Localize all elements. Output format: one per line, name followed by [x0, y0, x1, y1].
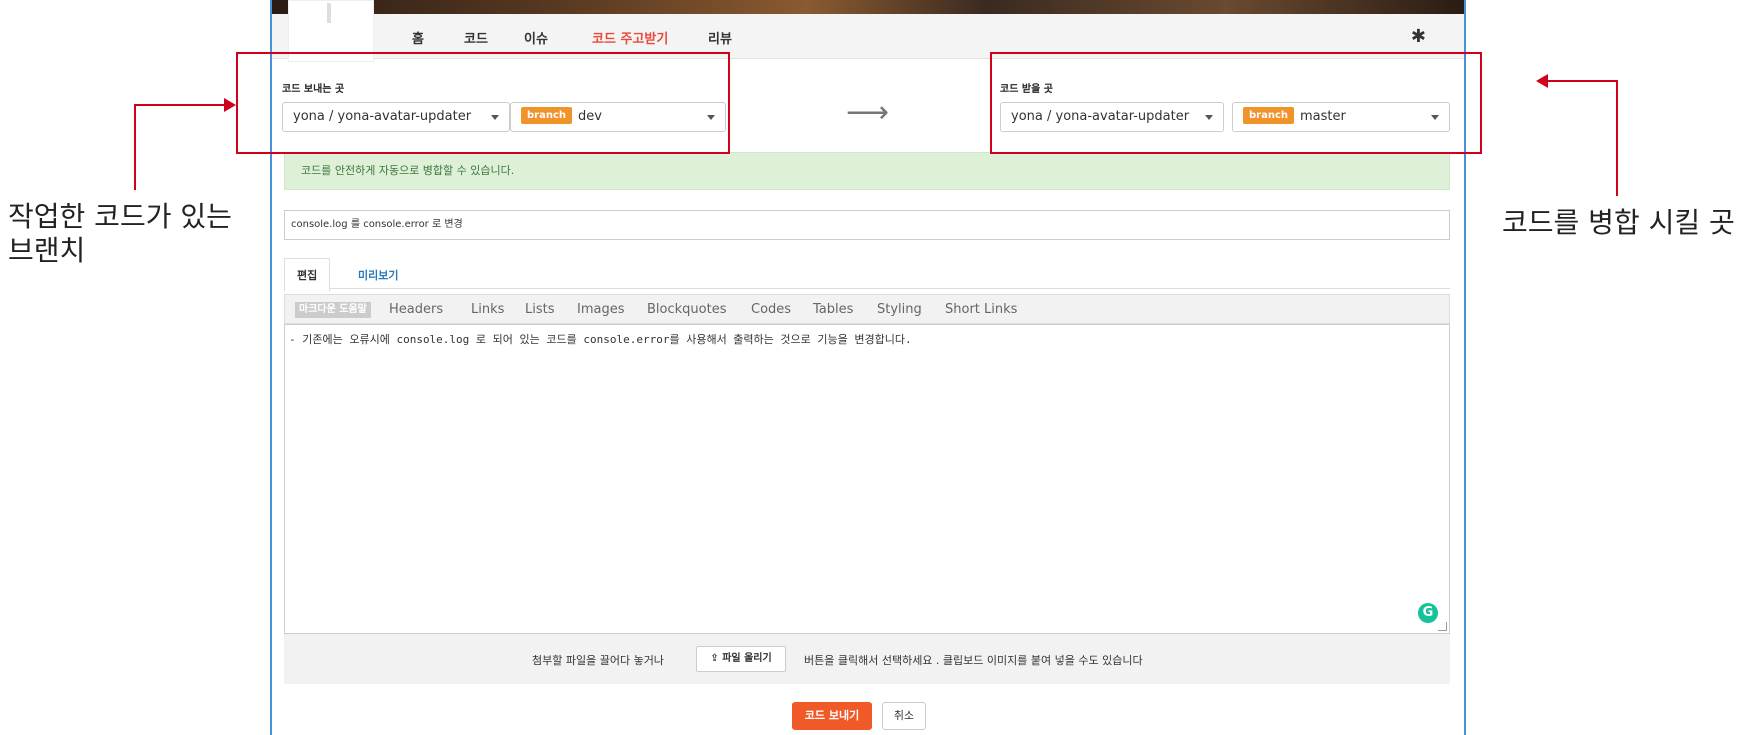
nav-pull-requests[interactable]: 코드 주고받기	[592, 28, 668, 47]
header-banner	[272, 0, 1464, 14]
nav-home[interactable]: 홈	[412, 28, 424, 47]
annotation-target: 코드를 병합 시킬 곳	[1502, 206, 1735, 239]
toolbar-headers[interactable]: Headers	[389, 302, 443, 317]
arrow-right-icon: ⟶	[846, 95, 890, 130]
attach-bar: 첨부할 파일을 끌어다 놓거나 ⇪ 파일 올리기 버튼을 클릭해서 선택하세요 …	[284, 634, 1450, 684]
tab-edit[interactable]: 편집	[284, 258, 331, 292]
cancel-button[interactable]: 취소	[882, 702, 926, 730]
merge-status-alert: 코드를 안전하게 자동으로 병합할 수 있습니다.	[284, 152, 1450, 190]
left-connector-line	[134, 104, 136, 190]
gear-icon[interactable]: ✱	[1411, 26, 1426, 47]
submit-pr-button[interactable]: 코드 보내기	[792, 702, 872, 730]
arrow-right-icon	[224, 98, 236, 112]
toolbar-blockquotes[interactable]: Blockquotes	[647, 302, 726, 317]
nav-review[interactable]: 리뷰	[708, 28, 732, 47]
annotation-source: 작업한 코드가 있는 브랜치	[8, 200, 232, 268]
annotation-source-line1: 작업한 코드가 있는	[8, 200, 232, 233]
right-connector-line	[1548, 80, 1618, 82]
upload-file-button[interactable]: ⇪ 파일 올리기	[696, 646, 786, 672]
pr-title-input[interactable]: console.log 를 console.error 로 변경	[284, 210, 1450, 240]
attach-prefix: 첨부할 파일을 끌어다 놓거나	[532, 654, 664, 667]
annotation-source-line2: 브랜치	[8, 234, 86, 267]
tab-preview[interactable]: 미리보기	[358, 267, 398, 283]
markdown-toolbar: 마크다운 도움말 Headers Links Lists Images Bloc…	[284, 294, 1450, 324]
nav-issues[interactable]: 이슈	[524, 28, 548, 47]
toolbar-lists[interactable]: Lists	[525, 302, 555, 317]
markdown-help-button[interactable]: 마크다운 도움말	[295, 302, 371, 318]
pr-body-editor[interactable]: - 기존에는 오류시에 console.log 로 되어 있는 코드를 cons…	[284, 324, 1450, 634]
left-connector-line	[134, 104, 224, 106]
toolbar-images[interactable]: Images	[577, 302, 625, 317]
toolbar-styling[interactable]: Styling	[877, 302, 922, 317]
editor-tabs: 편집 미리보기	[284, 258, 1450, 292]
nav-code[interactable]: 코드	[464, 28, 488, 47]
source-highlight-box	[236, 52, 730, 154]
toolbar-codes[interactable]: Codes	[751, 302, 791, 317]
target-highlight-box	[990, 52, 1482, 154]
arrow-left-icon	[1536, 74, 1548, 88]
toolbar-tables[interactable]: Tables	[813, 302, 853, 317]
right-connector-line	[1616, 80, 1618, 196]
toolbar-short-links[interactable]: Short Links	[945, 302, 1017, 317]
attach-suffix: 버튼을 클릭해서 선택하세요 . 클립보드 이미지를 붙여 넣을 수도 있습니다	[804, 654, 1143, 667]
toolbar-links[interactable]: Links	[471, 302, 504, 317]
logo-mark	[327, 3, 331, 23]
upload-file-label: 파일 올리기	[722, 653, 772, 664]
upload-icon: ⇪	[710, 653, 719, 664]
grammarly-icon[interactable]: G	[1418, 603, 1438, 623]
resize-handle[interactable]	[1438, 622, 1447, 631]
